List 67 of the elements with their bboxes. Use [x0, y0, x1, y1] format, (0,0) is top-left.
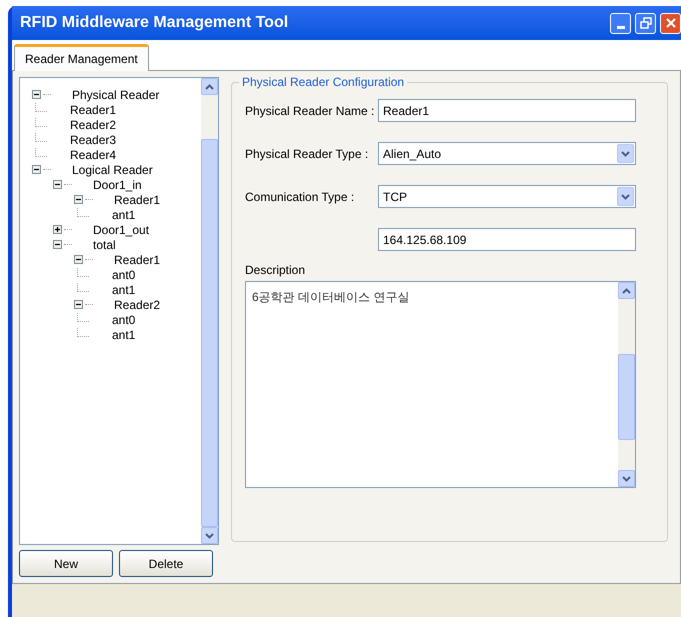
expand-toggle[interactable] — [53, 225, 62, 234]
scroll-up-button[interactable] — [618, 282, 635, 299]
caret-up-icon — [205, 84, 214, 90]
collapse-toggle[interactable] — [53, 240, 62, 249]
tree-item[interactable]: ant0 — [112, 268, 136, 282]
tree-item[interactable]: ant1 — [112, 282, 136, 296]
restore-button[interactable] — [635, 12, 656, 34]
collapse-toggle[interactable] — [74, 195, 83, 204]
dropdown[interactable]: Alien_Auto — [378, 142, 636, 165]
tree-item[interactable]: ant1 — [112, 328, 136, 342]
tree-item[interactable]: Reader2 — [70, 118, 116, 132]
scroll-up-button[interactable] — [201, 78, 218, 95]
input-field[interactable]: 164.125.68.109 — [378, 228, 636, 251]
collapse-toggle[interactable] — [32, 90, 41, 99]
tree-item[interactable]: Reader1 — [114, 192, 160, 206]
tab[interactable]: Reader Management — [14, 44, 149, 71]
field-label: Physical Reader Type : — [245, 146, 370, 162]
close-button[interactable] — [660, 12, 681, 34]
caret-down-icon — [621, 150, 630, 156]
dropdown[interactable]: TCP — [378, 185, 636, 208]
collapse-toggle[interactable] — [74, 300, 83, 309]
scrollbar[interactable] — [201, 78, 218, 544]
minimize-button[interactable] — [610, 12, 631, 34]
minus-icon — [76, 257, 81, 262]
tree-item[interactable]: Logical Reader — [72, 162, 153, 176]
minus-icon — [55, 242, 60, 247]
tree-item[interactable]: Reader1 — [70, 102, 116, 116]
caret-down-icon — [205, 532, 214, 538]
field-label: Physical Reader Name : — [245, 102, 371, 120]
scroll-thumb[interactable] — [618, 354, 635, 440]
tree-item[interactable]: Door1_out — [93, 222, 150, 236]
restore-icon — [640, 17, 652, 29]
minimize-icon — [616, 26, 624, 28]
input-field[interactable]: Reader1 — [378, 99, 636, 122]
scroll-down-button[interactable] — [201, 527, 218, 544]
close-icon — [664, 17, 676, 29]
scroll-down-button[interactable] — [618, 470, 635, 487]
window-title: RFID Middleware Management Tool — [20, 13, 290, 33]
minus-icon — [34, 167, 39, 172]
minus-icon — [76, 302, 81, 307]
text-area[interactable]: 6공학관 데이터베이스 연구실 — [245, 281, 636, 488]
scrollbar[interactable] — [618, 282, 635, 487]
tree-item[interactable]: total — [93, 238, 116, 252]
scroll-thumb[interactable] — [201, 139, 218, 527]
collapse-toggle[interactable] — [32, 165, 41, 174]
tree-item[interactable]: Physical Reader — [72, 88, 160, 102]
tree-item[interactable]: ant1 — [112, 208, 136, 222]
minus-icon — [76, 197, 81, 202]
tree-item[interactable]: Reader4 — [70, 148, 116, 162]
minus-icon — [34, 92, 39, 97]
field-label: Comunication Type : — [245, 188, 356, 206]
tree-item[interactable]: Reader3 — [70, 132, 116, 146]
collapse-toggle[interactable] — [53, 180, 62, 189]
collapse-toggle[interactable] — [74, 255, 83, 264]
tree-item[interactable]: Door1_in — [93, 178, 142, 192]
tree-item[interactable]: Reader1 — [114, 252, 160, 266]
caret-down-icon — [621, 194, 630, 200]
action-button[interactable]: Delete — [119, 550, 213, 577]
tree-item[interactable]: Reader2 — [114, 298, 160, 312]
minus-icon — [55, 182, 60, 187]
caret-up-icon — [622, 288, 631, 294]
group-title: Physical Reader Configuration — [239, 75, 408, 89]
tree-item[interactable]: ant0 — [112, 312, 136, 326]
action-button[interactable]: New — [19, 550, 113, 577]
field-label: Description — [245, 262, 306, 279]
plus-icon — [55, 227, 60, 232]
caret-down-icon — [622, 476, 631, 482]
